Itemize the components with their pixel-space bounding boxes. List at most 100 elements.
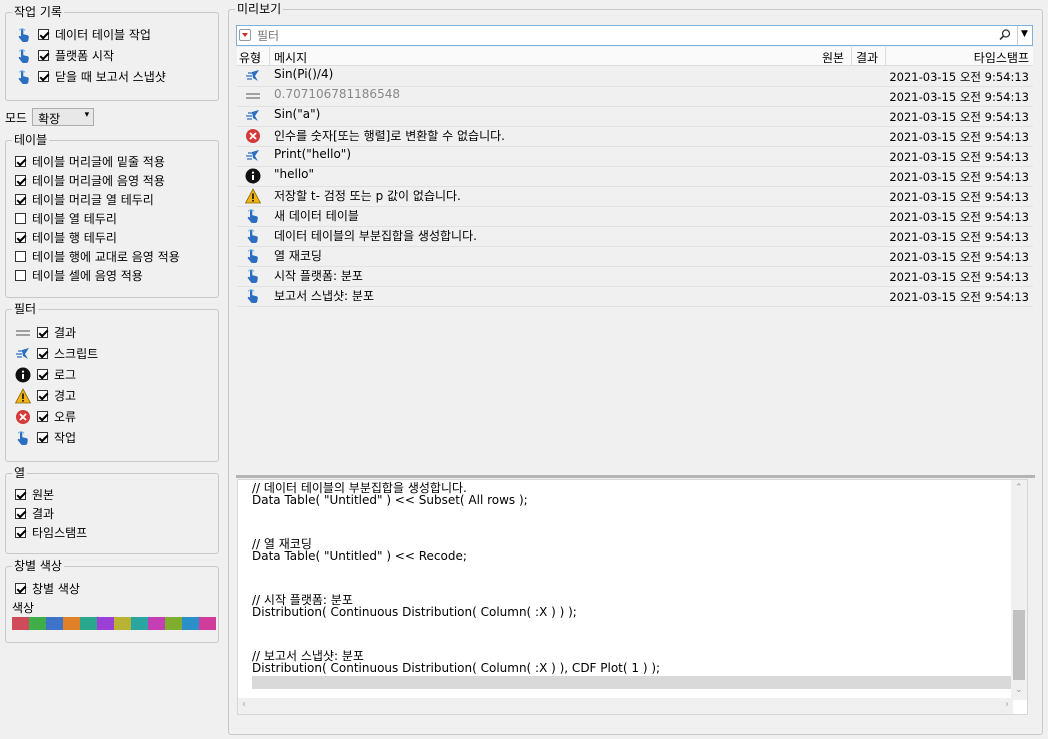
log-row[interactable]: 열 재코딩 2021-03-15 오전 9:54:13: [237, 246, 1033, 267]
color-swatch[interactable]: [199, 617, 216, 630]
script-line: Distribution( Continuous Distribution( C…: [252, 605, 577, 619]
scroll-right-icon[interactable]: ›: [1005, 699, 1009, 710]
columns-group-title: 열: [12, 466, 28, 480]
splitter[interactable]: [236, 475, 1035, 478]
table-checkbox[interactable]: [15, 251, 26, 262]
window-color-checkbox[interactable]: [15, 583, 26, 594]
work-history-option[interactable]: 플랫폼 시작: [16, 46, 114, 65]
color-palette[interactable]: [12, 617, 216, 630]
error-icon: [15, 409, 31, 425]
search-input[interactable]: [255, 27, 999, 45]
filter-option[interactable]: 결과: [15, 323, 76, 342]
color-swatch[interactable]: [46, 617, 63, 630]
columns-checkbox[interactable]: [15, 489, 26, 500]
table-checkbox[interactable]: [15, 270, 26, 281]
columns-option[interactable]: 원본: [15, 485, 54, 504]
filter-menu-icon[interactable]: [239, 29, 251, 41]
scroll-down-icon[interactable]: ⌄: [1015, 685, 1023, 695]
table-option[interactable]: 테이블 행에 교대로 음영 적용: [15, 247, 180, 266]
hand-icon: [16, 48, 32, 64]
table-option-label: 테이블 행에 교대로 음영 적용: [32, 250, 180, 264]
table-option[interactable]: 테이블 머리글에 밑줄 적용: [15, 152, 165, 171]
script-icon: [245, 108, 261, 124]
table-option[interactable]: 테이블 셀에 음영 적용: [15, 266, 143, 285]
color-swatch[interactable]: [114, 617, 131, 630]
color-swatch[interactable]: [182, 617, 199, 630]
log-row[interactable]: Sin(Pi()/4) 2021-03-15 오전 9:54:13: [237, 66, 1033, 87]
search-dropdown-button[interactable]: ▼: [1017, 26, 1032, 45]
log-row[interactable]: 데이터 테이블의 부분집합을 생성합니다. 2021-03-15 오전 9:54:…: [237, 226, 1033, 247]
horizontal-scrollbar[interactable]: ‹ ›: [238, 698, 1013, 714]
vertical-scrollbar[interactable]: ⌃ ⌄: [1011, 480, 1027, 700]
filter-option[interactable]: 오류: [15, 407, 76, 426]
work-history-checkbox[interactable]: [38, 29, 49, 40]
mode-row: 모드 확장 ▾: [5, 107, 95, 127]
work-history-option-label: 데이터 테이블 작업: [55, 28, 151, 42]
filter-option[interactable]: 작업: [15, 428, 76, 447]
log-row[interactable]: "hello" 2021-03-15 오전 9:54:13: [237, 166, 1033, 187]
color-swatch[interactable]: [63, 617, 80, 630]
work-history-option[interactable]: 닫을 때 보고서 스냅샷: [16, 67, 166, 86]
columns-option[interactable]: 타임스탬프: [15, 523, 87, 542]
table-checkbox[interactable]: [15, 213, 26, 224]
log-row[interactable]: 저장할 t- 검정 또는 p 값이 없습니다. 2021-03-15 오전 9:5…: [237, 186, 1033, 207]
filter-option-label: 스크립트: [54, 347, 99, 361]
log-row[interactable]: Print("hello") 2021-03-15 오전 9:54:13: [237, 146, 1033, 167]
color-swatch[interactable]: [12, 617, 29, 630]
filter-option[interactable]: 스크립트: [15, 344, 98, 363]
log-row[interactable]: 새 데이터 테이블 2021-03-15 오전 9:54:13: [237, 206, 1033, 227]
log-row[interactable]: 시작 플랫폼: 분포 2021-03-15 오전 9:54:13: [237, 266, 1033, 287]
filter-option[interactable]: 경고: [15, 386, 76, 405]
header-result[interactable]: 결과: [856, 49, 878, 66]
log-row[interactable]: 인수를 숫자[또는 행렬]로 변환할 수 없습니다. 2021-03-15 오전 …: [237, 126, 1033, 147]
table-checkbox[interactable]: [15, 156, 26, 167]
color-swatch[interactable]: [97, 617, 114, 630]
log-timestamp: 2021-03-15 오전 9:54:13: [889, 70, 1029, 84]
header-source[interactable]: 원본: [822, 49, 844, 66]
log-row[interactable]: 보고서 스냅샷: 분포 2021-03-15 오전 9:54:13: [237, 286, 1033, 307]
table-option[interactable]: 테이블 열 테두리: [15, 209, 117, 228]
work-history-option[interactable]: 데이터 테이블 작업: [16, 25, 151, 44]
filter-checkbox[interactable]: [37, 369, 48, 380]
log-row[interactable]: Sin("a") 2021-03-15 오전 9:54:13: [237, 106, 1033, 127]
scroll-up-icon[interactable]: ⌃: [1015, 483, 1023, 493]
color-swatch[interactable]: [165, 617, 182, 630]
log-timestamp: 2021-03-15 오전 9:54:13: [889, 190, 1029, 204]
hand-icon: [245, 208, 261, 224]
columns-checkbox[interactable]: [15, 527, 26, 538]
filter-checkbox[interactable]: [37, 411, 48, 422]
filter-checkbox[interactable]: [37, 432, 48, 443]
log-message: 데이터 테이블의 부분집합을 생성합니다.: [274, 229, 477, 243]
work-history-checkbox[interactable]: [38, 71, 49, 82]
table-checkbox[interactable]: [15, 175, 26, 186]
filter-search-bar: ▼: [236, 25, 1033, 46]
filter-checkbox[interactable]: [37, 390, 48, 401]
color-swatch[interactable]: [148, 617, 165, 630]
table-option[interactable]: 테이블 머리글에 음영 적용: [15, 171, 165, 190]
columns-option[interactable]: 결과: [15, 504, 54, 523]
filter-option[interactable]: 로그: [15, 365, 76, 384]
header-message[interactable]: 메시지: [274, 49, 307, 66]
script-editor[interactable]: // 데이터 테이블의 부분집합을 생성합니다. Data Table( "Unt…: [237, 479, 1028, 715]
window-color-checkbox-row[interactable]: 창별 색상: [15, 579, 80, 598]
color-swatch[interactable]: [80, 617, 97, 630]
mode-select[interactable]: 확장 ▾: [32, 108, 95, 126]
search-icon[interactable]: [998, 28, 1012, 45]
color-swatch[interactable]: [131, 617, 148, 630]
work-history-checkbox[interactable]: [38, 50, 49, 61]
hand-icon: [245, 268, 261, 284]
color-swatch[interactable]: [29, 617, 46, 630]
filter-checkbox[interactable]: [37, 327, 48, 338]
log-row[interactable]: 0.707106781186548 2021-03-15 오전 9:54:13: [237, 86, 1033, 107]
scrollbar-thumb[interactable]: [1013, 610, 1025, 680]
table-checkbox[interactable]: [15, 194, 26, 205]
columns-checkbox[interactable]: [15, 508, 26, 519]
log-timestamp: 2021-03-15 오전 9:54:13: [889, 130, 1029, 144]
header-timestamp[interactable]: 타임스탬프: [974, 49, 1029, 66]
header-type[interactable]: 유형: [239, 49, 261, 66]
filter-checkbox[interactable]: [37, 348, 48, 359]
table-checkbox[interactable]: [15, 232, 26, 243]
scroll-left-icon[interactable]: ‹: [242, 699, 246, 710]
table-option[interactable]: 테이블 행 테두리: [15, 228, 117, 247]
table-option[interactable]: 테이블 머리글 열 테두리: [15, 190, 154, 209]
